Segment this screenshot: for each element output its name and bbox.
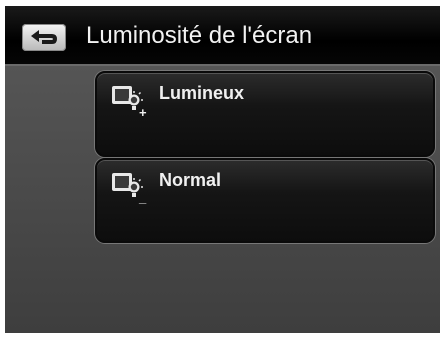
option-normal[interactable]: _ Normal [95, 158, 435, 243]
back-button[interactable] [22, 24, 66, 51]
option-label: Lumineux [159, 83, 245, 103]
camera-screen: Luminosité de l'écran + Lumineux _ Norma… [5, 6, 440, 333]
brightness-normal-icon: _ [112, 173, 147, 205]
option-label: Normal [159, 170, 222, 190]
back-arrow-icon [31, 30, 57, 44]
header-bar: Luminosité de l'écran [5, 6, 440, 64]
option-symbol: + [139, 105, 147, 118]
page-title: Luminosité de l'écran [86, 22, 313, 49]
option-lumineux[interactable]: + Lumineux [95, 71, 435, 157]
brightness-plus-icon: + [112, 86, 147, 118]
option-symbol: _ [138, 190, 147, 205]
